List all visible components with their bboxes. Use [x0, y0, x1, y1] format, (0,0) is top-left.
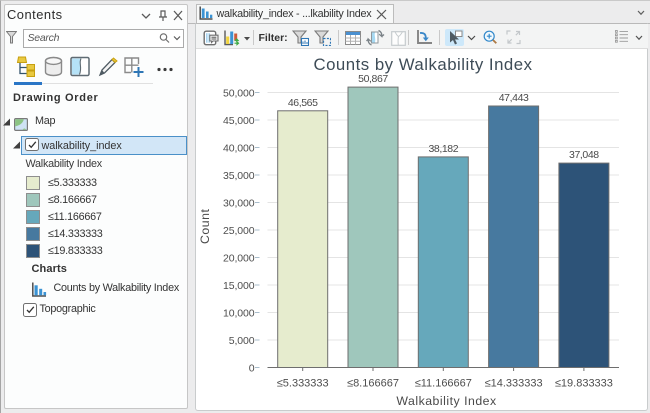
svg-text:30,000: 30,000 — [223, 198, 255, 210]
svg-text:≤8.166667: ≤8.166667 — [347, 377, 399, 389]
svg-text:50,867: 50,867 — [358, 73, 388, 85]
svg-text:35,000: 35,000 — [223, 170, 255, 182]
svg-text:37,048: 37,048 — [569, 149, 599, 161]
svg-text:Counts by Walkability Index: Counts by Walkability Index — [313, 55, 532, 74]
svg-text:Walkability Index: Walkability Index — [396, 394, 497, 408]
svg-text:46,565: 46,565 — [288, 97, 318, 109]
svg-text:20,000: 20,000 — [223, 253, 255, 265]
svg-text:25,000: 25,000 — [223, 225, 255, 237]
svg-text:5,000: 5,000 — [229, 335, 255, 347]
svg-text:≤19.833333: ≤19.833333 — [555, 377, 613, 389]
svg-text:15,000: 15,000 — [223, 280, 255, 292]
svg-text:0: 0 — [249, 363, 255, 375]
svg-text:≤14.333333: ≤14.333333 — [485, 377, 543, 389]
svg-text:45,000: 45,000 — [223, 115, 255, 127]
svg-text:38,182: 38,182 — [428, 143, 458, 155]
svg-text:≤11.166667: ≤11.166667 — [415, 377, 472, 389]
svg-text:≤5.333333: ≤5.333333 — [277, 377, 329, 389]
svg-text:47,443: 47,443 — [499, 92, 529, 104]
svg-text:50,000: 50,000 — [223, 88, 255, 100]
svg-text:Count: Count — [198, 209, 212, 244]
svg-text:40,000: 40,000 — [223, 143, 255, 155]
svg-text:10,000: 10,000 — [223, 308, 255, 320]
